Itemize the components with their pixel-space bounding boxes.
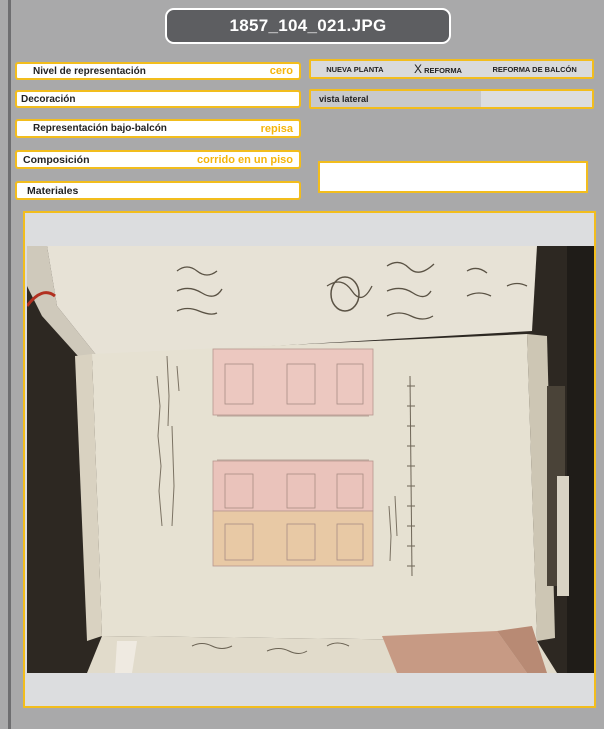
- field-composicion[interactable]: Composición corrido en un piso: [15, 150, 301, 169]
- tag-nueva-planta[interactable]: NUEVA PLANTA: [326, 65, 383, 74]
- image-panel: [23, 211, 596, 708]
- intervention-type-tags: NUEVA PLANTA X REFORMA REFORMA DE BALCÓN: [309, 59, 594, 79]
- document-photo: [27, 246, 594, 673]
- tag-reforma-label: REFORMA: [424, 66, 462, 75]
- field-value: cero: [269, 65, 293, 77]
- view-type-label: vista lateral: [319, 94, 369, 104]
- file-title: 1857_104_021.JPG: [165, 8, 451, 44]
- document-photo-drawing: [27, 246, 594, 673]
- left-divider: [8, 0, 11, 729]
- tag-reforma[interactable]: X REFORMA: [414, 62, 462, 76]
- field-label: Materiales: [27, 184, 79, 197]
- notes-box[interactable]: [318, 161, 588, 193]
- field-label: Composición: [23, 153, 90, 166]
- field-value: repisa: [260, 122, 293, 135]
- field-materiales[interactable]: Materiales: [15, 181, 301, 200]
- field-label: Nivel de representación: [33, 65, 146, 77]
- field-representacion-bajo-balcon[interactable]: Representación bajo-balcón repisa: [15, 119, 301, 138]
- view-type-strip[interactable]: vista lateral: [309, 89, 594, 109]
- field-nivel-representacion[interactable]: Nivel de representación cero: [15, 62, 301, 80]
- field-decoracion[interactable]: Decoración: [15, 90, 301, 108]
- tag-reforma-de-balcon[interactable]: REFORMA DE BALCÓN: [492, 65, 576, 74]
- field-label: Decoración: [21, 93, 76, 105]
- field-value: corrido en un piso: [197, 153, 293, 166]
- selected-mark-icon: X: [414, 62, 423, 76]
- field-label: Representación bajo-balcón: [33, 123, 167, 134]
